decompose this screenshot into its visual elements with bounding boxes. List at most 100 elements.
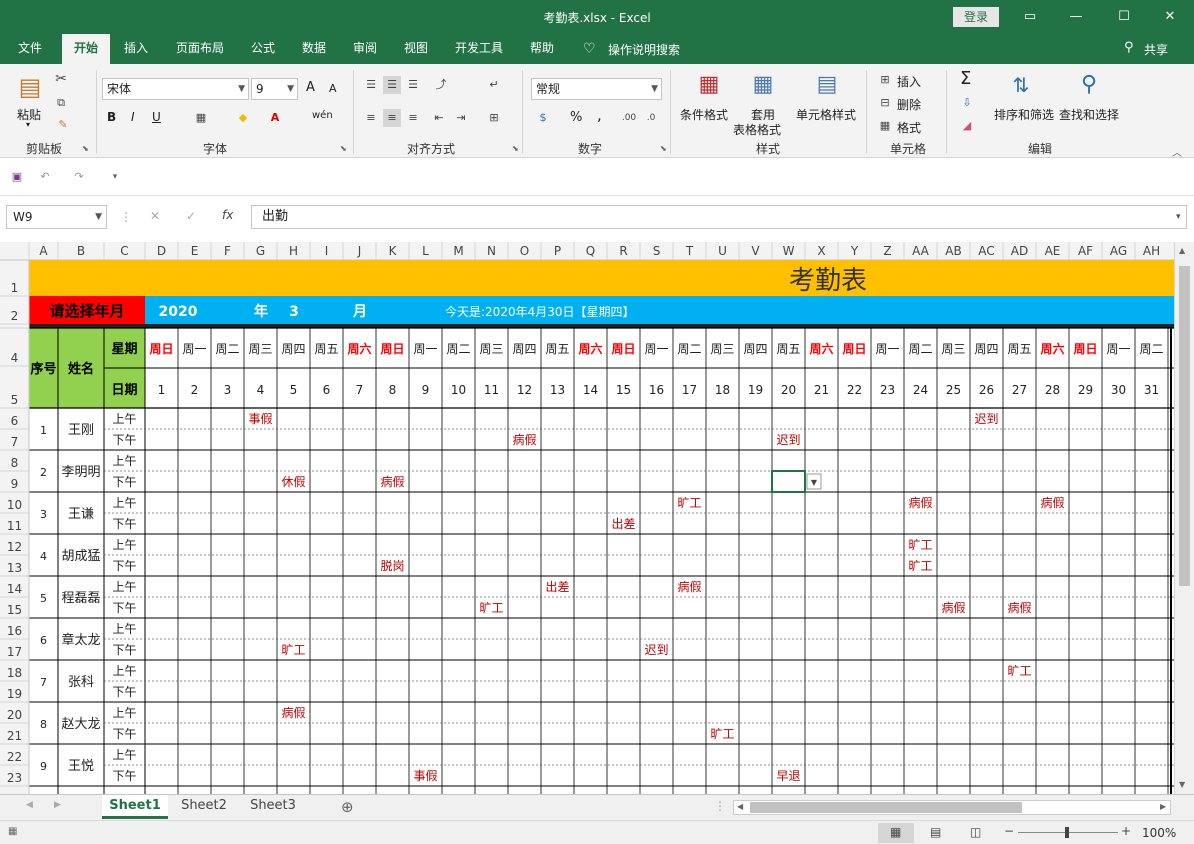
attendance-mark[interactable]: 迟到 xyxy=(776,433,800,447)
column-header-T[interactable]: T xyxy=(685,244,694,258)
column-header-AG[interactable]: AG xyxy=(1110,244,1127,258)
font-size-select[interactable]: 9 ▼ xyxy=(251,78,298,100)
column-header-G[interactable]: G xyxy=(256,244,265,258)
format-as-table-icon[interactable]: ▦ xyxy=(748,70,778,100)
column-header-F[interactable]: F xyxy=(224,244,231,258)
conditional-format-icon[interactable]: ▦ xyxy=(694,70,724,100)
column-header-E[interactable]: E xyxy=(191,244,199,258)
attendance-mark[interactable]: 病假 xyxy=(512,432,536,447)
tab-4[interactable]: 公式 xyxy=(243,34,283,64)
attendance-mark[interactable]: 病假 xyxy=(1040,495,1064,510)
vertical-scrollbar[interactable]: ▲ ▼ xyxy=(1174,242,1194,794)
percent-button[interactable]: % xyxy=(570,110,582,125)
maximize-button[interactable]: ☐ xyxy=(1110,6,1138,28)
paste-icon[interactable]: ▤ xyxy=(16,72,44,102)
prev-sheet-icon[interactable]: ◀ xyxy=(26,800,33,810)
tab-5[interactable]: 数据 xyxy=(294,34,334,64)
column-header-C[interactable]: C xyxy=(120,244,128,258)
zoom-level[interactable]: 100% xyxy=(1142,826,1176,840)
row-header-11[interactable]: 11 xyxy=(7,519,22,533)
clipboard-launcher-icon[interactable]: ⬊ xyxy=(82,144,89,153)
sheet-title[interactable]: 考勤表 xyxy=(789,266,867,296)
wrap-text-icon[interactable]: ↵ xyxy=(485,76,503,94)
column-header-AE[interactable]: AE xyxy=(1045,244,1061,258)
column-header-AA[interactable]: AA xyxy=(912,244,930,258)
attendance-mark[interactable]: 病假 xyxy=(380,474,404,489)
share-button[interactable]: 共享 xyxy=(1144,41,1168,58)
normal-view-button[interactable]: ▦ xyxy=(878,823,914,843)
merge-center-icon[interactable]: ⊞ xyxy=(485,109,503,127)
format-as-table-label-2[interactable]: 表格格式 xyxy=(733,121,781,138)
comma-button[interactable]: , xyxy=(597,106,602,124)
tab-6[interactable]: 审阅 xyxy=(345,34,385,64)
column-header-I[interactable]: I xyxy=(325,244,329,258)
row-header-10[interactable]: 10 xyxy=(7,498,22,512)
column-header-X[interactable]: X xyxy=(817,244,825,258)
column-header-AC[interactable]: AC xyxy=(978,244,994,258)
month-value[interactable]: 3 xyxy=(289,304,299,320)
autosum-button[interactable]: Σ xyxy=(960,68,971,89)
selected-cell[interactable] xyxy=(771,470,806,493)
increase-decimal-icon[interactable]: .00 xyxy=(620,109,638,127)
zoom-slider-thumb[interactable] xyxy=(1065,827,1069,838)
tab-8[interactable]: 开发工具 xyxy=(447,34,511,64)
underline-button[interactable]: U xyxy=(152,110,161,124)
worksheet-grid[interactable]: A B C D E F G H I J K L M N O P Q R S T U V W X Y Z AA AB AC AD AE AF AG… xyxy=(0,242,1174,794)
column-header-AD[interactable]: AD xyxy=(1011,244,1028,258)
enter-icon[interactable]: ✓ xyxy=(186,209,196,223)
redo-icon[interactable]: ↷ xyxy=(70,168,88,186)
bold-button[interactable]: B xyxy=(107,110,116,124)
row-header-17[interactable]: 17 xyxy=(7,645,22,659)
column-header-L[interactable]: L xyxy=(422,244,429,258)
column-header-W[interactable]: W xyxy=(783,244,795,258)
scroll-down-icon[interactable]: ▼ xyxy=(1179,780,1185,789)
insert-function-button[interactable]: fx xyxy=(222,208,233,222)
page-break-view-icon[interactable]: ◫ xyxy=(970,825,981,839)
collapse-ribbon-icon[interactable]: ︿ xyxy=(1172,144,1182,159)
align-middle-icon[interactable]: ☰ xyxy=(383,76,401,94)
row-header-1[interactable]: 1 xyxy=(11,281,19,295)
column-header-AF[interactable]: AF xyxy=(1078,244,1093,258)
tab-0[interactable]: 文件 xyxy=(7,34,53,64)
row-header-16[interactable]: 16 xyxy=(7,624,22,638)
add-sheet-icon[interactable]: ⊕ xyxy=(341,798,354,816)
row-header-20[interactable]: 20 xyxy=(7,708,22,722)
decrease-indent-icon[interactable]: ⇤ xyxy=(430,109,448,127)
name-box[interactable]: W9 ▼ xyxy=(6,205,107,229)
scroll-left-icon[interactable]: ◀ xyxy=(737,802,743,811)
row-header-14[interactable]: 14 xyxy=(7,582,22,596)
insert-cells-icon[interactable]: ⊞ xyxy=(876,71,894,89)
row-header-13[interactable]: 13 xyxy=(7,561,22,575)
attendance-mark[interactable]: 出差 xyxy=(545,580,569,594)
year-value[interactable]: 2020 xyxy=(159,304,198,320)
delete-cells-icon[interactable]: ⊟ xyxy=(876,94,894,112)
column-header-A[interactable]: A xyxy=(39,244,48,258)
scroll-thumb[interactable] xyxy=(1179,266,1190,586)
column-header-H[interactable]: H xyxy=(289,244,298,258)
attendance-mark[interactable]: 旷工 xyxy=(479,601,503,615)
attendance-mark[interactable]: 旷工 xyxy=(281,643,305,657)
border-icon[interactable]: ▦ xyxy=(192,109,210,127)
tab-1[interactable]: 开始 xyxy=(62,34,110,64)
tab-3[interactable]: 页面布局 xyxy=(168,34,232,64)
fill-color-icon[interactable]: ◆ xyxy=(234,109,252,127)
column-header-S[interactable]: S xyxy=(653,244,661,258)
scroll-up-icon[interactable]: ▲ xyxy=(1179,246,1185,255)
attendance-mark[interactable]: 休假 xyxy=(281,475,305,489)
undo-icon[interactable]: ↶ xyxy=(36,168,54,186)
attendance-mark[interactable]: 迟到 xyxy=(644,643,668,657)
increase-indent-icon[interactable]: ⇥ xyxy=(452,109,470,127)
column-header-B[interactable]: B xyxy=(77,244,85,258)
font-name-select[interactable]: 宋体 ▼ xyxy=(102,78,249,100)
cell-styles-icon[interactable]: ▤ xyxy=(812,70,842,100)
font-launcher-icon[interactable]: ⬊ xyxy=(340,144,347,153)
row-header-7[interactable]: 7 xyxy=(11,435,19,449)
row-header-22[interactable]: 22 xyxy=(7,750,22,764)
column-header-Z[interactable]: Z xyxy=(883,244,891,258)
align-right-icon[interactable]: ≡ xyxy=(404,109,422,127)
align-center-icon[interactable]: ≡ xyxy=(383,109,401,127)
save-icon[interactable]: ▣ xyxy=(8,168,26,186)
align-bottom-icon[interactable]: ☰ xyxy=(404,76,422,94)
select-month-label[interactable]: 请选择年月 xyxy=(49,302,124,320)
accounting-format-icon[interactable]: $ xyxy=(534,109,552,127)
